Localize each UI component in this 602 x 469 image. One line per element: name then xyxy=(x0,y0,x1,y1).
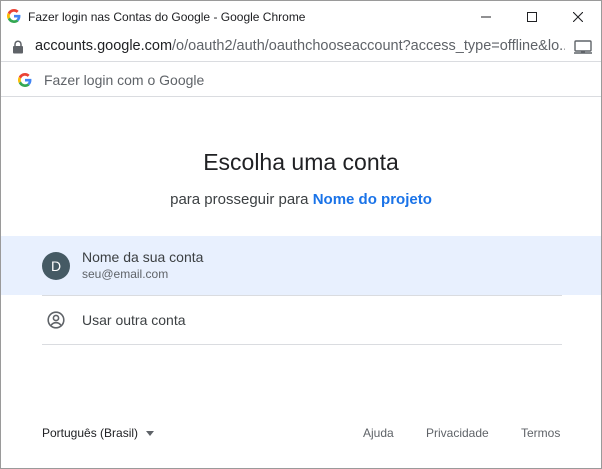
header-title: Fazer login com o Google xyxy=(44,72,205,88)
divider xyxy=(42,344,562,345)
address-bar[interactable]: accounts.google.com/o/oauth2/auth/oauthc… xyxy=(1,32,601,62)
language-selector[interactable]: Português (Brasil) xyxy=(42,426,155,440)
url-path: /o/oauth2/auth/oauthchooseaccount?access… xyxy=(172,38,565,54)
language-label: Português (Brasil) xyxy=(42,426,139,440)
cast-icon[interactable] xyxy=(574,40,592,54)
page-title: Escolha uma conta xyxy=(203,149,399,175)
maximize-icon xyxy=(527,11,537,22)
use-another-account-label: Usar outra conta xyxy=(82,312,186,328)
url-text[interactable]: accounts.google.com/o/oauth2/auth/oauthc… xyxy=(35,38,565,54)
browser-window: Fazer login nas Contas do Google - Googl… xyxy=(0,0,602,469)
minimize-icon xyxy=(481,16,491,17)
help-link[interactable]: Ajuda xyxy=(363,426,394,440)
maximize-button[interactable] xyxy=(509,1,555,32)
minimize-button[interactable] xyxy=(463,1,509,32)
close-button[interactable] xyxy=(555,1,601,32)
url-host: accounts.google.com xyxy=(35,38,173,54)
google-g-icon xyxy=(7,9,21,23)
title-bar[interactable]: Fazer login nas Contas do Google - Googl… xyxy=(1,1,601,32)
account-circle-icon xyxy=(47,311,65,329)
subtitle-prefix: para prosseguir para xyxy=(170,191,309,208)
google-g-icon xyxy=(18,73,32,87)
project-name: Nome do projeto xyxy=(312,191,432,208)
account-list-item[interactable]: D Nome da sua conta seu@email.com xyxy=(1,236,601,295)
terms-link[interactable]: Termos xyxy=(521,426,560,440)
account-name: Nome da sua conta xyxy=(82,249,204,265)
window-title: Fazer login nas Contas do Google - Googl… xyxy=(28,10,306,24)
avatar: D xyxy=(42,252,70,280)
close-icon xyxy=(573,11,583,22)
lock-icon[interactable] xyxy=(12,40,24,54)
privacy-link[interactable]: Privacidade xyxy=(426,426,489,440)
page-header: Fazer login com o Google xyxy=(1,63,601,97)
dropdown-caret-icon xyxy=(146,430,155,436)
subtitle: para prosseguir para Nome do projeto xyxy=(1,191,601,208)
use-another-account-button[interactable]: Usar outra conta xyxy=(1,296,601,344)
account-email: seu@email.com xyxy=(82,267,169,281)
